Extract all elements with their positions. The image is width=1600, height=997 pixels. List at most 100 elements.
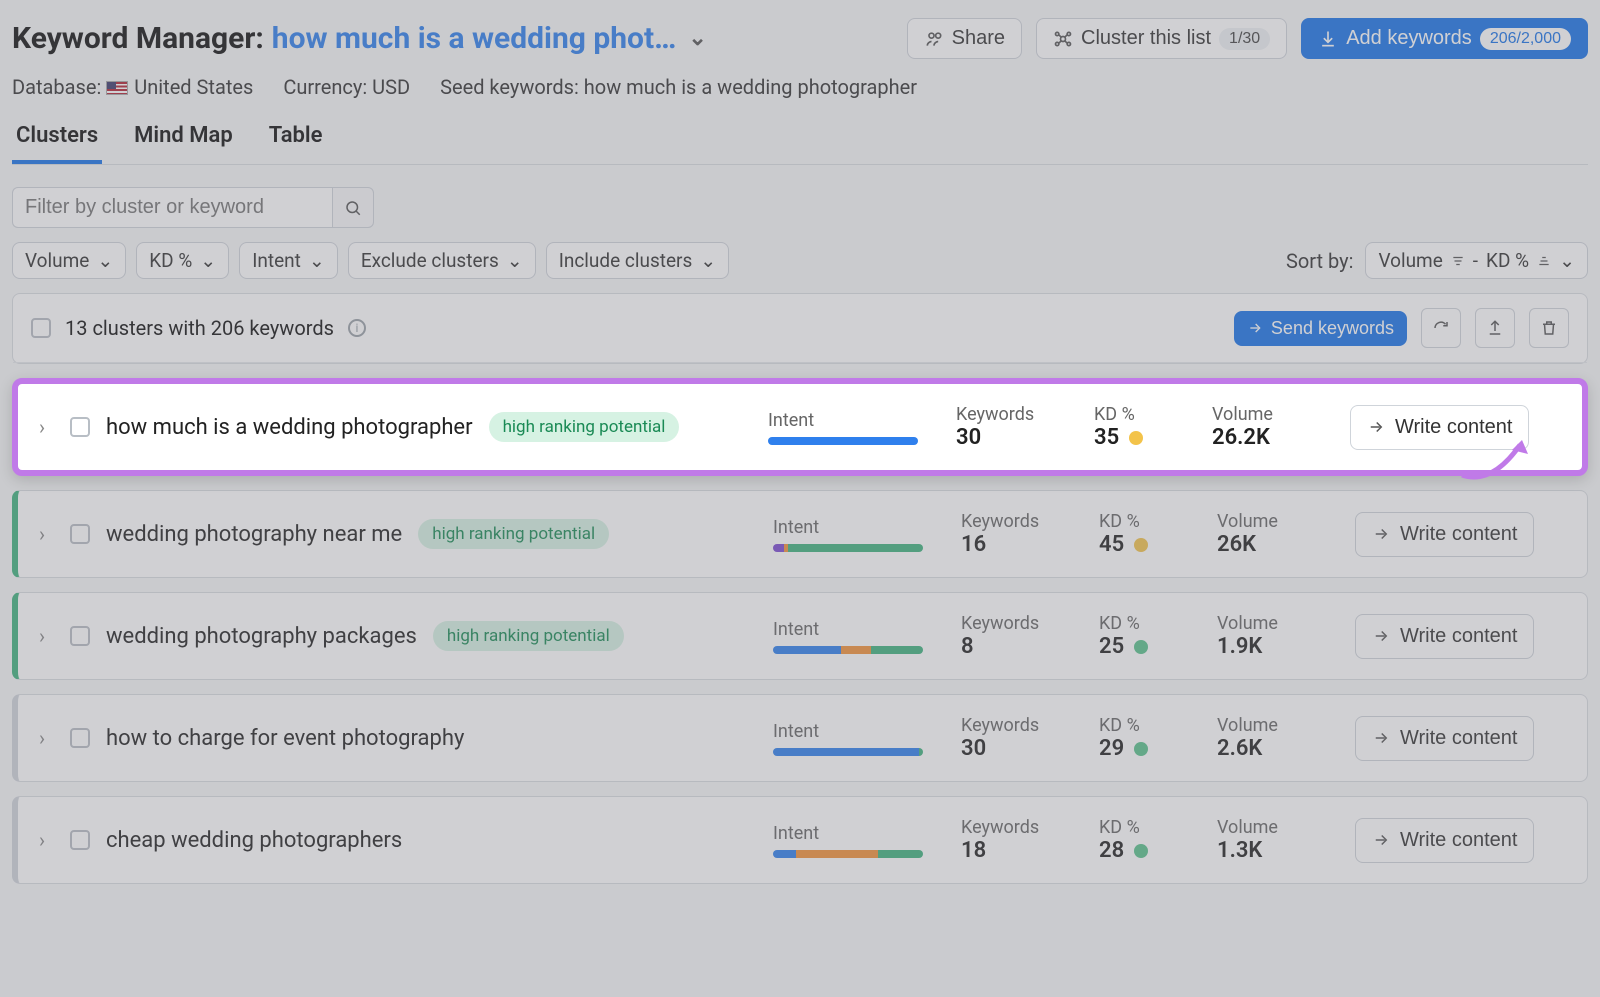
kd-dot-icon [1134,844,1148,858]
expand-toggle[interactable]: › [30,828,54,852]
currency-label: Currency: [283,75,367,99]
row-checkbox[interactable] [70,626,90,646]
chevron-down-icon: ⌄ [1559,249,1575,272]
intent-label: Intent [773,823,943,844]
keywords-label: Keywords [956,404,1076,425]
filter-intent[interactable]: Intent⌄ [239,242,338,279]
cluster-row: › cheap wedding photographers Intent Key… [12,796,1588,884]
select-all-checkbox[interactable] [31,318,51,338]
keywords-label: Keywords [961,817,1081,838]
write-content-button[interactable]: Write content [1355,614,1534,659]
arrow-right-icon [1372,627,1390,645]
list-name[interactable]: how much is a wedding phot… [272,21,677,56]
cluster-list-label: Cluster this list [1081,27,1211,50]
cluster-list-button[interactable]: Cluster this list 1/30 [1036,18,1287,59]
filter-bar: Volume⌄ KD %⌄ Intent⌄ Exclude clusters⌄ … [12,242,1588,279]
filter-volume[interactable]: Volume⌄ [12,242,126,279]
intent-bar [773,544,923,552]
chevron-down-icon[interactable]: ⌄ [688,26,706,51]
kd-label: KD % [1099,511,1199,532]
kd-dot-icon [1134,742,1148,756]
seed-value: how much is a wedding photographer [584,75,917,99]
volume-label: Volume [1217,817,1337,838]
intent-label: Intent [773,721,943,742]
write-content-button[interactable]: Write content [1355,512,1534,557]
trash-icon [1540,319,1558,337]
chevron-down-icon: ⌄ [200,249,216,272]
sort-control[interactable]: Volume - KD % ⌄ [1365,242,1588,279]
add-keywords-button[interactable]: Add keywords 206/2,000 [1301,18,1588,59]
keywords-label: Keywords [961,715,1081,736]
expand-toggle[interactable]: › [30,522,54,546]
tab-mindmap[interactable]: Mind Map [130,117,237,164]
intent-label: Intent [773,619,943,640]
volume-value: 26K [1217,532,1337,557]
cluster-rows: › how much is a wedding photographer hig… [12,378,1588,884]
cluster-name[interactable]: how much is a wedding photographer [106,415,473,440]
cluster-name[interactable]: cheap wedding photographers [106,828,402,853]
kd-value: 29 [1099,736,1199,761]
kd-label: KD % [1099,715,1199,736]
send-keywords-button[interactable]: Send keywords [1234,311,1407,346]
write-content-button[interactable]: Write content [1355,716,1534,761]
kd-label: KD % [1099,613,1199,634]
expand-toggle[interactable]: › [30,624,54,648]
tab-clusters[interactable]: Clusters [12,117,102,164]
row-checkbox[interactable] [70,417,90,437]
ranking-badge: high ranking potential [433,621,624,651]
add-keywords-count: 206/2,000 [1480,28,1571,50]
volume-label: Volume [1217,715,1337,736]
info-icon[interactable]: i [348,319,366,337]
volume-value: 1.3K [1217,838,1337,863]
keywords-value: 8 [961,634,1081,659]
search-bar [12,187,1588,228]
refresh-icon [1432,319,1450,337]
chevron-down-icon: ⌄ [309,249,325,272]
filter-kd[interactable]: KD %⌄ [136,242,229,279]
kd-value: 35 [1094,425,1194,450]
add-keywords-label: Add keywords [1346,27,1472,50]
arrow-right-icon [1372,831,1390,849]
cluster-name[interactable]: wedding photography near me [106,522,402,547]
search-button[interactable] [332,187,374,228]
row-checkbox[interactable] [70,728,90,748]
cluster-row: › how to charge for event photography In… [12,694,1588,782]
chevron-down-icon: ⌄ [507,249,523,272]
intent-bar [773,850,923,858]
expand-toggle[interactable]: › [30,415,54,439]
expand-toggle[interactable]: › [30,726,54,750]
volume-label: Volume [1212,404,1332,425]
filter-include[interactable]: Include clusters⌄ [546,242,730,279]
summary-text: 13 clusters with 206 keywords [65,316,334,340]
write-content-button[interactable]: Write content [1355,818,1534,863]
export-button[interactable] [1475,308,1515,348]
share-button[interactable]: Share [907,18,1022,59]
row-checkbox[interactable] [70,830,90,850]
keywords-value: 18 [961,838,1081,863]
keywords-label: Keywords [961,613,1081,634]
volume-label: Volume [1217,511,1337,532]
sort-asc-icon [1537,254,1551,268]
cluster-row: › wedding photography near me high ranki… [12,490,1588,578]
filter-exclude[interactable]: Exclude clusters⌄ [348,242,536,279]
filter-input[interactable] [12,187,332,228]
search-icon [344,199,362,217]
cluster-row: › wedding photography packages high rank… [12,592,1588,680]
kd-dot-icon [1129,431,1143,445]
export-icon [1486,319,1504,337]
row-checkbox[interactable] [70,524,90,544]
volume-label: Volume [1217,613,1337,634]
keywords-value: 30 [956,425,1076,450]
cluster-name[interactable]: wedding photography packages [106,624,417,649]
tab-table[interactable]: Table [265,117,327,164]
refresh-button[interactable] [1421,308,1461,348]
db-label: Database: [12,75,101,99]
delete-button[interactable] [1529,308,1569,348]
clusters-panel: 13 clusters with 206 keywords i Send key… [12,293,1588,364]
intent-bar [773,646,923,654]
cluster-name[interactable]: how to charge for event photography [106,726,464,751]
chevron-down-icon: ⌄ [700,249,716,272]
kd-label: KD % [1099,817,1199,838]
keywords-label: Keywords [961,511,1081,532]
kd-value: 25 [1099,634,1199,659]
